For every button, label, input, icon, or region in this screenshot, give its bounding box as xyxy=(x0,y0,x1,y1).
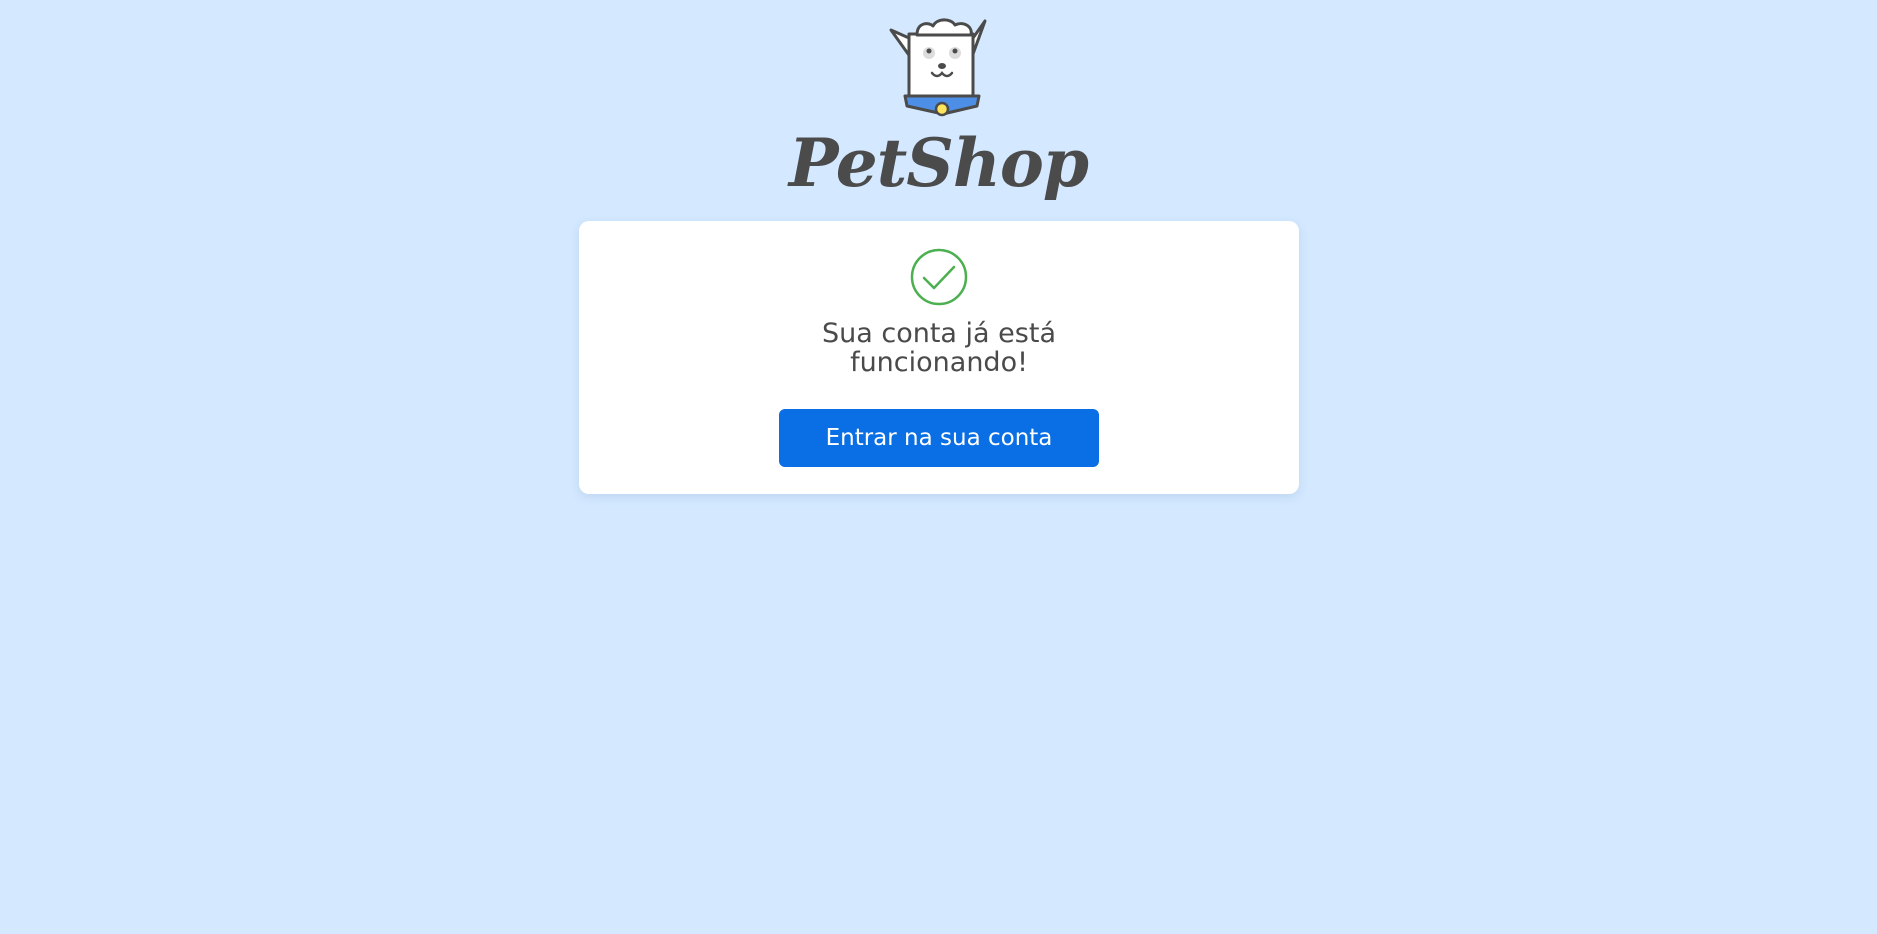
confirmation-message: Sua conta já está funcionando! xyxy=(579,319,1299,377)
check-circle-icon xyxy=(910,248,968,306)
confirmation-message-line-2: funcionando! xyxy=(850,347,1028,378)
dog-mascot-icon xyxy=(889,18,987,117)
login-button[interactable]: Entrar na sua conta xyxy=(779,409,1099,467)
confirmation-card: Sua conta já está funcionando! Entrar na… xyxy=(579,221,1299,494)
brand-name: PetShop xyxy=(788,124,1089,202)
confirmation-message-line-1: Sua conta já está xyxy=(821,318,1056,349)
brand-logo: PetShop xyxy=(0,0,1877,215)
